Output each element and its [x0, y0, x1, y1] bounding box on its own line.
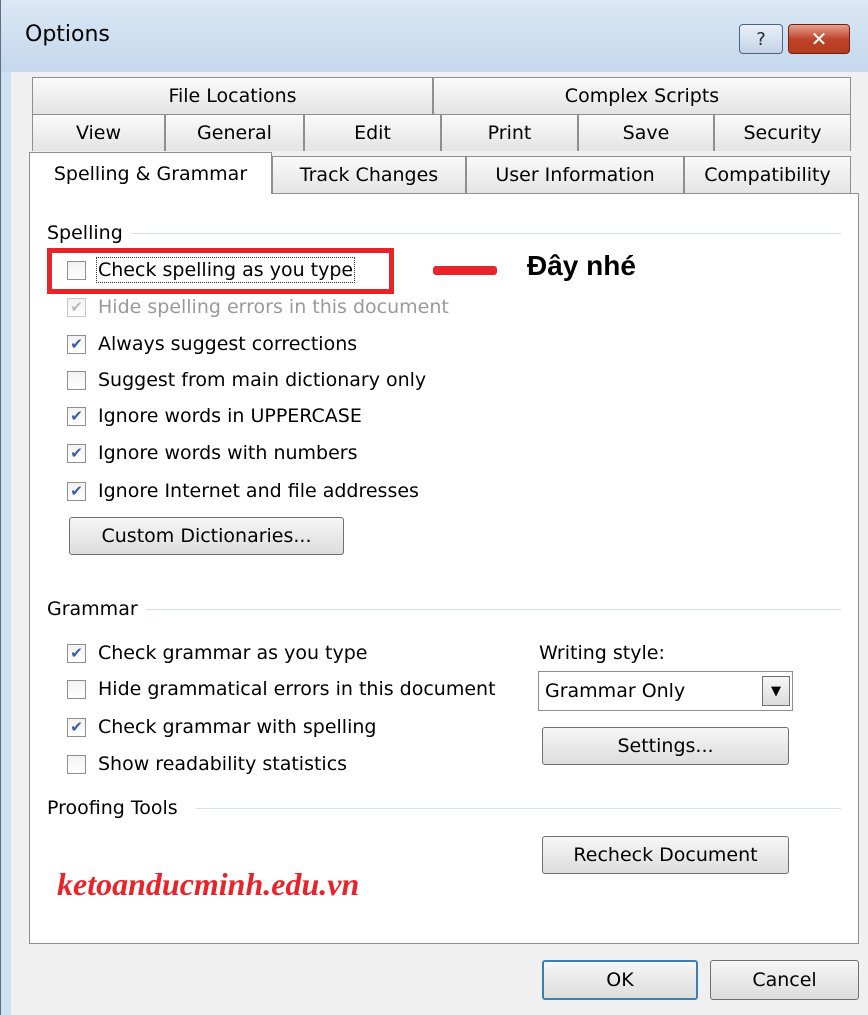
chevron-down-icon[interactable]: ▼ [762, 676, 790, 706]
writing-style-label: Writing style: [539, 642, 665, 664]
checkbox[interactable] [67, 370, 86, 390]
checkbox[interactable]: ✔ [67, 481, 86, 501]
checkbox[interactable]: ✔ [67, 717, 86, 737]
help-button[interactable]: ? [739, 24, 783, 54]
close-button[interactable]: ✕ [788, 24, 850, 54]
tab-save[interactable]: Save [578, 114, 714, 151]
tab-user-information[interactable]: User Information [466, 156, 684, 193]
tab-track-changes[interactable]: Track Changes [272, 156, 466, 193]
checkbox[interactable]: ✔ [67, 297, 86, 317]
grammar-group-label: Grammar [47, 598, 146, 620]
ok-button[interactable]: OK [542, 960, 698, 1000]
tab-compatibility[interactable]: Compatibility [684, 156, 851, 193]
always-suggest-corrections-option[interactable]: ✔ Always suggest corrections [67, 333, 357, 355]
tab-spelling-grammar[interactable]: Spelling & Grammar [29, 152, 272, 194]
ignore-uppercase-option[interactable]: ✔ Ignore words in UPPERCASE [67, 405, 362, 427]
tab-edit[interactable]: Edit [304, 114, 441, 151]
option-label: Ignore Internet and file addresses [98, 480, 419, 502]
checkbox[interactable]: ✔ [67, 406, 86, 426]
title-bar[interactable]: Options ? ✕ [1, 0, 868, 72]
window-title: Options [25, 22, 110, 47]
option-label: Check grammar with spelling [98, 716, 377, 738]
option-label: Hide grammatical errors in this document [98, 678, 496, 700]
close-icon: ✕ [810, 27, 828, 51]
check-grammar-with-spelling-option[interactable]: ✔ Check grammar with spelling [67, 716, 376, 738]
settings-button[interactable]: Settings... [542, 727, 789, 765]
tab-file-locations[interactable]: File Locations [32, 77, 433, 114]
option-label: Always suggest corrections [98, 333, 358, 355]
annotation-text: Đây nhé [527, 250, 636, 281]
hide-grammatical-errors-option[interactable]: Hide grammatical errors in this document [67, 678, 496, 700]
option-label: Hide spelling errors in this document [98, 296, 449, 318]
writing-style-value: Grammar Only [545, 680, 686, 702]
proofing-divider [196, 808, 841, 809]
ignore-internet-addresses-option[interactable]: ✔ Ignore Internet and file addresses [67, 480, 419, 502]
checkbox[interactable] [67, 754, 86, 774]
options-dialog: Options ? ✕ File Locations Complex Scrip… [0, 0, 868, 1015]
checkbox[interactable]: ✔ [67, 443, 86, 463]
checkbox[interactable] [67, 679, 86, 699]
option-label: Check grammar as you type [98, 642, 368, 664]
arrow-dash [433, 266, 497, 275]
watermark-text: ketoanducminh.edu.vn [57, 866, 360, 902]
option-label: Ignore words with numbers [98, 442, 358, 464]
writing-style-select[interactable]: Grammar Only ▼ [538, 671, 793, 711]
highlight-box [47, 248, 394, 294]
recheck-document-button[interactable]: Recheck Document [542, 836, 789, 874]
tab-security[interactable]: Security [714, 114, 851, 151]
checkbox[interactable]: ✔ [67, 643, 86, 663]
tab-print[interactable]: Print [441, 114, 578, 151]
tab-complex-scripts[interactable]: Complex Scripts [433, 77, 851, 114]
help-icon: ? [756, 28, 766, 50]
grammar-divider [141, 609, 841, 610]
hide-spelling-errors-option[interactable]: ✔ Hide spelling errors in this document [67, 296, 449, 318]
cancel-button[interactable]: Cancel [710, 960, 859, 1000]
spelling-divider [131, 233, 841, 234]
show-readability-statistics-option[interactable]: Show readability statistics [67, 753, 347, 775]
option-label: Suggest from main dictionary only [98, 369, 427, 391]
spelling-group-label: Spelling [47, 222, 131, 244]
proofing-group-label: Proofing Tools [47, 797, 186, 819]
tab-view[interactable]: View [32, 114, 165, 151]
ignore-numbers-option[interactable]: ✔ Ignore words with numbers [67, 442, 358, 464]
tab-general[interactable]: General [165, 114, 304, 151]
option-label: Ignore words in UPPERCASE [98, 405, 362, 427]
suggest-main-dictionary-option[interactable]: Suggest from main dictionary only [67, 369, 426, 391]
check-grammar-as-you-type-option[interactable]: ✔ Check grammar as you type [67, 642, 368, 664]
option-label: Show readability statistics [98, 753, 348, 775]
custom-dictionaries-button[interactable]: Custom Dictionaries... [69, 517, 344, 555]
checkbox[interactable]: ✔ [67, 334, 86, 354]
